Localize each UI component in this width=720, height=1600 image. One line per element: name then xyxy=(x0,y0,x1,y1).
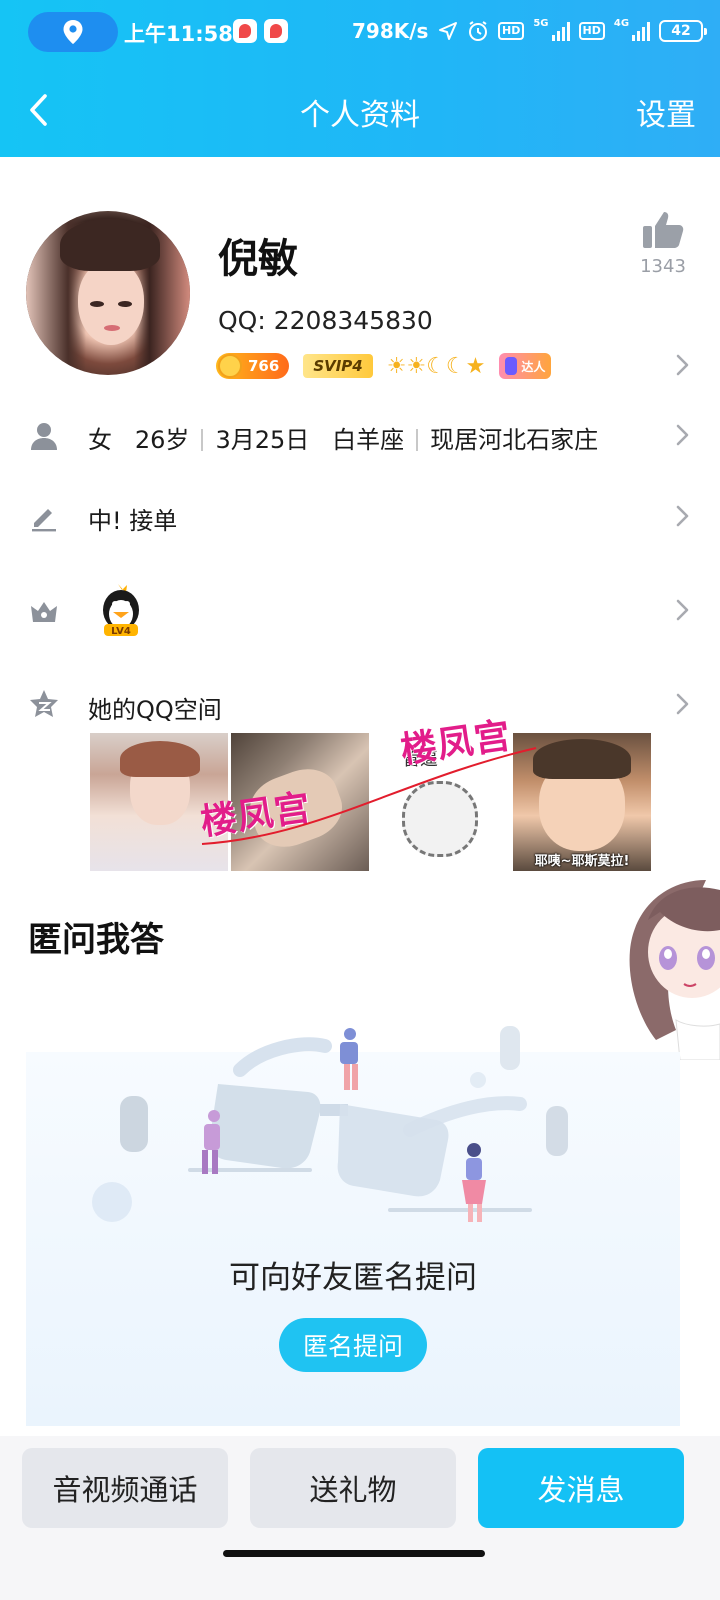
app-notification-icon xyxy=(264,19,288,43)
home-indicator[interactable] xyxy=(223,1550,485,1557)
send-gift-button[interactable]: 送礼物 xyxy=(250,1448,456,1528)
person-icon xyxy=(31,423,57,450)
location-pin-icon xyxy=(63,20,83,44)
network-speed: 798K/s xyxy=(352,19,429,43)
svip-badge: SVIP4 xyxy=(303,354,373,378)
app-notification-icon xyxy=(233,19,257,43)
page-title: 个人资料 xyxy=(300,98,420,133)
coin-icon xyxy=(218,354,242,378)
chevron-right-icon xyxy=(676,599,689,621)
coin-count: 766 xyxy=(248,357,280,375)
section-title: 匿问我答 xyxy=(28,920,164,960)
zodiac: 白羊座 xyxy=(332,426,405,454)
qzone-label: 她的QQ空间 xyxy=(88,696,222,724)
basic-info-row[interactable]: 女 26岁 3月25日 白羊座 现居河北石家庄 xyxy=(0,406,720,466)
battery-level: 42 xyxy=(671,23,691,39)
chevron-right-icon xyxy=(676,424,689,446)
phone-icon xyxy=(505,357,518,375)
age: 26岁 xyxy=(134,426,190,454)
coin-badge: 766 xyxy=(216,353,290,379)
hd-icon: HD xyxy=(498,22,525,40)
anon-ask-button[interactable]: 匿名提问 xyxy=(279,1318,427,1372)
qzone-row[interactable]: 她的QQ空间 xyxy=(0,674,720,734)
anon-hint: 可向好友匿名提问 xyxy=(229,1260,477,1296)
battery-icon: 42 xyxy=(659,20,708,42)
signature-row[interactable]: 中! 接单 xyxy=(0,487,720,547)
pencil-icon xyxy=(32,509,56,532)
signal-icon xyxy=(632,21,651,41)
like-button[interactable] xyxy=(640,210,686,254)
video-call-button[interactable]: 音视频通话 xyxy=(22,1448,228,1528)
location: 现居河北石家庄 xyxy=(430,426,599,454)
network-type: 4G xyxy=(613,18,630,29)
floating-mascot[interactable] xyxy=(626,880,720,1060)
status-bar: 上午11:58 798K/s HD 5G HD 4G 42 xyxy=(0,0,720,64)
qq-level-label: LV4 xyxy=(111,626,131,637)
star-icon xyxy=(30,690,58,717)
send-message-button[interactable]: 发消息 xyxy=(478,1448,684,1528)
qq-level-badges: ☀☀☾☾★ xyxy=(386,353,486,379)
birthday: 3月25日 xyxy=(215,426,310,454)
profile-name: 倪敏 xyxy=(218,236,298,282)
glasses-illustration xyxy=(92,1026,568,1222)
basic-info: 女 26岁 3月25日 白羊座 现居河北石家庄 xyxy=(88,420,598,455)
qq-penguin-icon: LV4 xyxy=(103,584,139,637)
chevron-right-icon[interactable] xyxy=(672,352,692,378)
status-icons: HD 5G HD 4G 42 xyxy=(438,16,708,46)
hd-icon: HD xyxy=(578,22,605,40)
network-type: 5G xyxy=(533,18,549,29)
nav-bar: 个人资料 设置 xyxy=(0,72,720,148)
badge-row[interactable]: 766 SVIP4 ☀☀☾☾★ 达人 xyxy=(216,350,552,382)
thumbs-up-icon xyxy=(643,212,684,248)
location-pill[interactable] xyxy=(28,12,118,52)
signature: 中! 接单 xyxy=(88,507,178,535)
like-count: 1343 xyxy=(640,256,686,277)
daren-label: 达人 xyxy=(521,359,546,374)
crown-icon xyxy=(31,602,57,622)
chevron-right-icon xyxy=(676,693,689,715)
status-time: 上午11:58 xyxy=(124,22,233,46)
photo-caption: 耶咦~耶斯莫拉! xyxy=(534,854,630,869)
daren-badge: 达人 xyxy=(499,353,552,379)
alarm-icon xyxy=(469,21,487,41)
avatar[interactable] xyxy=(26,211,190,375)
signal-icon xyxy=(551,21,570,41)
chevron-right-icon xyxy=(676,505,689,527)
navigation-arrow-icon xyxy=(439,22,457,40)
header: 上午11:58 798K/s HD 5G HD 4G 42 个人资料 设置 xyxy=(0,0,720,157)
qq-number: QQ: 2208345830 xyxy=(218,306,433,335)
settings-button[interactable]: 设置 xyxy=(636,90,696,134)
watermark-stroke xyxy=(201,747,537,845)
gender: 女 xyxy=(88,426,112,454)
